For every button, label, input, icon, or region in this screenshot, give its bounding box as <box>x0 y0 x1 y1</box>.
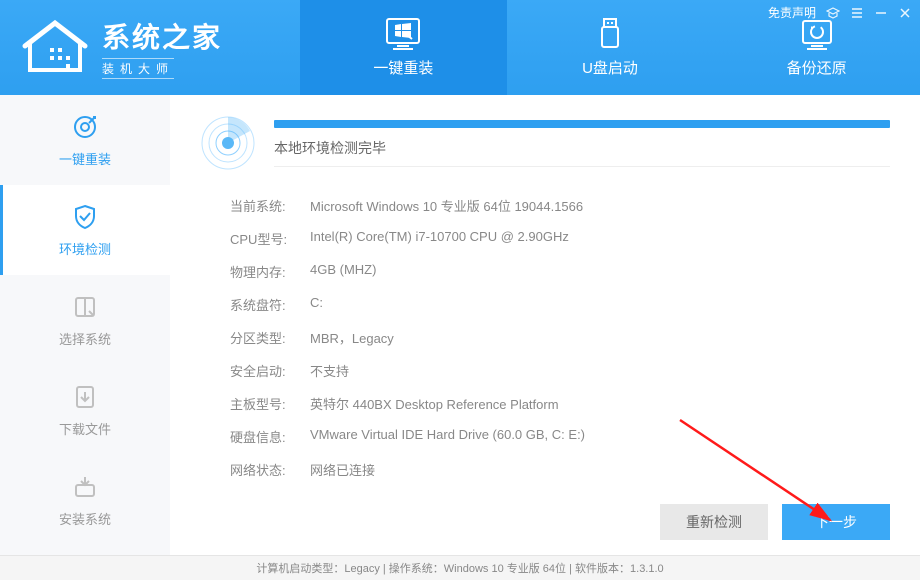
info-row-os: 当前系统:Microsoft Windows 10 专业版 64位 19044.… <box>230 189 890 222</box>
info-row-partition: 分区类型:MBR，Legacy <box>230 321 890 354</box>
sidebar-item-label: 下载文件 <box>59 419 111 438</box>
info-row-cpu: CPU型号:Intel(R) Core(TM) i7-10700 CPU @ 2… <box>230 222 890 255</box>
disclaimer-link[interactable]: 免责声明 <box>768 4 816 21</box>
logo-house-icon <box>20 18 90 78</box>
windows-icon <box>383 17 423 51</box>
info-row-secureboot: 安全启动:不支持 <box>230 354 890 387</box>
next-button[interactable]: 下一步 <box>782 504 890 540</box>
sidebar-item-env-check[interactable]: 环境检测 <box>0 185 170 275</box>
statusbar: 计算机启动类型：Legacy | 操作系统：Windows 10 专业版 64位… <box>0 555 920 580</box>
system-info-list: 当前系统:Microsoft Windows 10 专业版 64位 19044.… <box>200 179 890 499</box>
sidebar-item-download[interactable]: 下载文件 <box>0 365 170 455</box>
statusbar-text: 计算机启动类型：Legacy | 操作系统：Windows 10 专业版 64位… <box>256 560 663 576</box>
graduation-icon[interactable] <box>826 6 840 20</box>
install-icon <box>71 473 99 501</box>
shield-check-icon <box>71 203 99 231</box>
sidebar: 一键重装 环境检测 选择系统 下载文件 安装系统 <box>0 95 170 555</box>
sidebar-item-label: 安装系统 <box>59 509 111 528</box>
backup-icon <box>797 17 837 51</box>
info-row-drive: 系统盘符:C: <box>230 288 890 321</box>
menu-icon[interactable] <box>850 6 864 20</box>
sidebar-item-select-system[interactable]: 选择系统 <box>0 275 170 365</box>
main-content: 本地环境检测完毕 当前系统:Microsoft Windows 10 专业版 6… <box>170 95 920 555</box>
radar-icon <box>200 115 256 171</box>
minimize-icon[interactable] <box>874 6 888 20</box>
detect-status: 本地环境检测完毕 <box>274 138 890 167</box>
download-icon <box>71 383 99 411</box>
logo-title: 系统之家 <box>102 16 222 56</box>
close-icon[interactable] <box>898 6 912 20</box>
tab-label: U盘启动 <box>582 57 638 78</box>
logo-area: 系统之家 装机大师 <box>0 0 300 95</box>
info-row-memory: 物理内存:4GB (MHZ) <box>230 255 890 288</box>
header: 系统之家 装机大师 一键重装 U盘启动 <box>0 0 920 95</box>
window-controls: 免责声明 <box>768 4 912 21</box>
progress-bar <box>274 120 890 128</box>
select-icon <box>71 293 99 321</box>
tab-reinstall[interactable]: 一键重装 <box>300 0 507 95</box>
tab-label: 备份还原 <box>787 57 847 78</box>
sidebar-item-label: 一键重装 <box>59 149 111 168</box>
sidebar-item-reinstall[interactable]: 一键重装 <box>0 95 170 185</box>
tab-usb-boot[interactable]: U盘启动 <box>507 0 714 95</box>
target-icon <box>71 113 99 141</box>
info-row-network: 网络状态:网络已连接 <box>230 453 890 486</box>
usb-icon <box>590 17 630 51</box>
recheck-button[interactable]: 重新检测 <box>660 504 768 540</box>
sidebar-item-label: 选择系统 <box>59 329 111 348</box>
sidebar-item-label: 环境检测 <box>59 239 111 258</box>
info-row-disk: 硬盘信息:VMware Virtual IDE Hard Drive (60.0… <box>230 420 890 453</box>
logo-subtitle: 装机大师 <box>102 58 174 79</box>
tab-label: 一键重装 <box>373 57 433 78</box>
sidebar-item-install[interactable]: 安装系统 <box>0 455 170 545</box>
info-row-motherboard: 主板型号:英特尔 440BX Desktop Reference Platfor… <box>230 387 890 420</box>
